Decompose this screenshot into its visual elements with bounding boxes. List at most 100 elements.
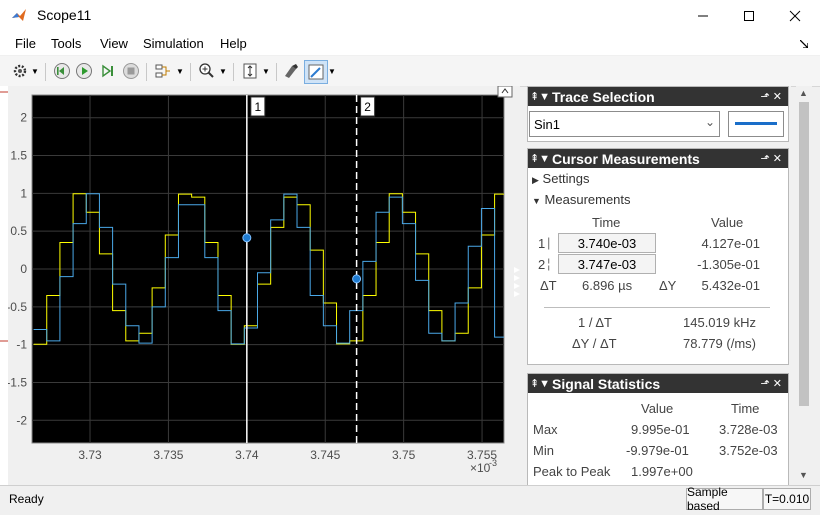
panel-close-icon[interactable]: ⬏ ✕ — [761, 152, 782, 165]
sim-time-text: T=0.010 — [764, 492, 810, 506]
plot-frame: 2 1.5 1 0.5 0 -0.5 -1 -1.5 -2 3.73 3.735 3.74 3.745… — [6, 85, 520, 485]
panel-close-icon[interactable]: ⬏ ✕ — [761, 377, 782, 390]
inverse-delta-t-value: 145.019 kHz — [683, 315, 756, 330]
x-tick-label: 3.75 — [392, 448, 416, 462]
toolbar-separator — [233, 63, 234, 81]
scrollbar-thumb[interactable] — [799, 102, 809, 406]
signal-statistics-title: Signal Statistics — [552, 375, 661, 392]
slope-label: ΔY / ΔT — [572, 336, 617, 351]
model-lines-decor — [0, 91, 8, 342]
trace-selection-panel: ⇞▼ Trace Selection ⬏ ✕ Sin1 ⌄ — [527, 86, 789, 142]
stats-p2p-value: 1.997e+00 — [631, 464, 693, 479]
measurements-section[interactable]: ▼ Measurements — [532, 192, 631, 207]
scale-axes-icon — [243, 63, 257, 79]
stats-p2p-label: Peak to Peak — [533, 464, 611, 479]
cursor1-time: 3.740e-03 — [577, 235, 637, 251]
panel-close-icon[interactable]: ⬏ ✕ — [761, 90, 782, 103]
panel-pin-icon[interactable]: ⇞▼ — [528, 90, 552, 103]
trace-select[interactable]: Sin1 ⌄ — [529, 111, 720, 137]
stop-icon — [123, 63, 139, 79]
chevron-down-icon[interactable]: ▼ — [262, 61, 270, 81]
chevron-down-icon[interactable]: ▼ — [31, 61, 39, 81]
signal-statistics-panel: ⇞▼ Signal Statistics ⬏ ✕ Value Time Max … — [527, 373, 789, 486]
chevron-down-icon[interactable]: ▼ — [219, 61, 227, 81]
sample-mode-text: Sample based — [687, 485, 728, 513]
cursor-marker-1 — [242, 233, 252, 243]
measurements-label: Measurements — [544, 192, 631, 207]
y-tick-label: -1.5 — [8, 375, 27, 389]
run-button[interactable] — [74, 61, 94, 81]
style-button[interactable] — [304, 60, 328, 84]
matlab-logo-icon — [12, 9, 26, 21]
chevron-down-icon[interactable]: ▼ — [176, 61, 184, 81]
settings-section[interactable]: ▶ Settings — [532, 171, 590, 186]
step-back-button[interactable] — [52, 61, 72, 81]
highlight-block-button[interactable] — [281, 61, 301, 81]
chevron-down-icon: ▼ — [532, 196, 541, 206]
toolbar-separator — [276, 63, 277, 81]
cursor2-time-field[interactable]: 3.747e-03 — [558, 254, 656, 274]
stop-button[interactable] — [121, 61, 141, 81]
menu-tools[interactable]: Tools — [51, 36, 81, 51]
chevron-right-icon: ▶ — [532, 175, 539, 185]
close-button[interactable] — [772, 0, 818, 31]
scroll-down-icon[interactable]: ▼ — [799, 470, 808, 480]
step-back-icon — [54, 63, 70, 79]
minimize-button[interactable] — [680, 0, 726, 31]
cursor-tag-label-1: 1 — [254, 100, 261, 114]
cursor2-time: 3.747e-03 — [577, 256, 637, 272]
minimize-icon — [698, 15, 708, 16]
cursor-measurements-title: Cursor Measurements — [552, 150, 700, 167]
step-forward-icon — [102, 64, 113, 78]
model-canvas-edge — [0, 86, 8, 486]
chevron-down-icon[interactable]: ▼ — [328, 61, 336, 81]
step-forward-button[interactable] — [98, 61, 118, 81]
cursor-marker-2 — [352, 274, 362, 284]
cursor1-marker: | — [547, 235, 551, 250]
stats-max-value: 9.995e-01 — [631, 422, 690, 437]
cursor1-time-field[interactable]: 3.740e-03 — [558, 233, 656, 253]
window-title: Scope11 — [37, 7, 92, 23]
menu-help[interactable]: Help — [220, 36, 247, 51]
menu-file[interactable]: File — [15, 36, 36, 51]
menu-simulation[interactable]: Simulation — [143, 36, 204, 51]
signal-routing-button[interactable] — [153, 61, 173, 81]
zoom-in-icon — [199, 63, 214, 78]
stats-min-value: -9.979e-01 — [626, 443, 689, 458]
cursor2-label: 2 — [538, 257, 546, 272]
dock-arrow-icon[interactable] — [800, 40, 808, 48]
x-tick-labels: 3.73 3.735 3.74 3.745 3.75 3.755 — [78, 448, 497, 462]
x-tick-label: 3.74 — [235, 448, 259, 462]
stats-min-label: Min — [533, 443, 554, 458]
y-tick-label: -0.5 — [8, 300, 27, 314]
panel-pin-icon[interactable]: ⇞▼ — [528, 152, 552, 165]
panel-pin-icon[interactable]: ⇞▼ — [528, 377, 552, 390]
x-tick-label: 3.735 — [153, 448, 183, 462]
y-tick-label: 0.5 — [10, 224, 27, 238]
delta-t-label: ΔT — [540, 278, 557, 293]
y-tick-labels: 2 1.5 1 0.5 0 -0.5 -1 -1.5 -2 — [6, 111, 27, 428]
y-tick-label: 1 — [20, 186, 27, 200]
undock-plot-button[interactable] — [497, 85, 513, 98]
x-axis-exponent-power: -3 — [489, 458, 497, 468]
expand-panel-arrows[interactable] — [514, 267, 520, 297]
scroll-up-icon[interactable]: ▲ — [799, 88, 808, 98]
cursor-measurements-panel: ⇞▼ Cursor Measurements ⬏ ✕ ▶ Settings ▼ … — [527, 148, 789, 365]
settings-button[interactable] — [10, 61, 30, 81]
panel-scrollbar[interactable]: ▲ ▼ — [796, 86, 812, 484]
scope-plot[interactable]: 2 1.5 1 0.5 0 -0.5 -1 -1.5 -2 3.73 3.735 3.74 3.745… — [6, 85, 520, 485]
y-tick-label: -1 — [16, 338, 27, 352]
menu-view[interactable]: View — [100, 36, 128, 51]
sample-mode-indicator[interactable]: Sample based — [686, 485, 763, 513]
col-value-header: Value — [711, 215, 744, 230]
maximize-button[interactable] — [726, 0, 772, 31]
scale-axes-button[interactable] — [240, 61, 260, 81]
delta-y-value: 5.432e-01 — [701, 278, 760, 293]
stats-col-value: Value — [641, 401, 674, 416]
y-tick-label: -2 — [16, 413, 27, 427]
zoom-button[interactable] — [197, 61, 217, 81]
divider — [544, 307, 770, 308]
cursor-tag-label-2: 2 — [364, 100, 371, 114]
trace-color-swatch — [735, 122, 777, 125]
status-text: Ready — [9, 492, 44, 506]
